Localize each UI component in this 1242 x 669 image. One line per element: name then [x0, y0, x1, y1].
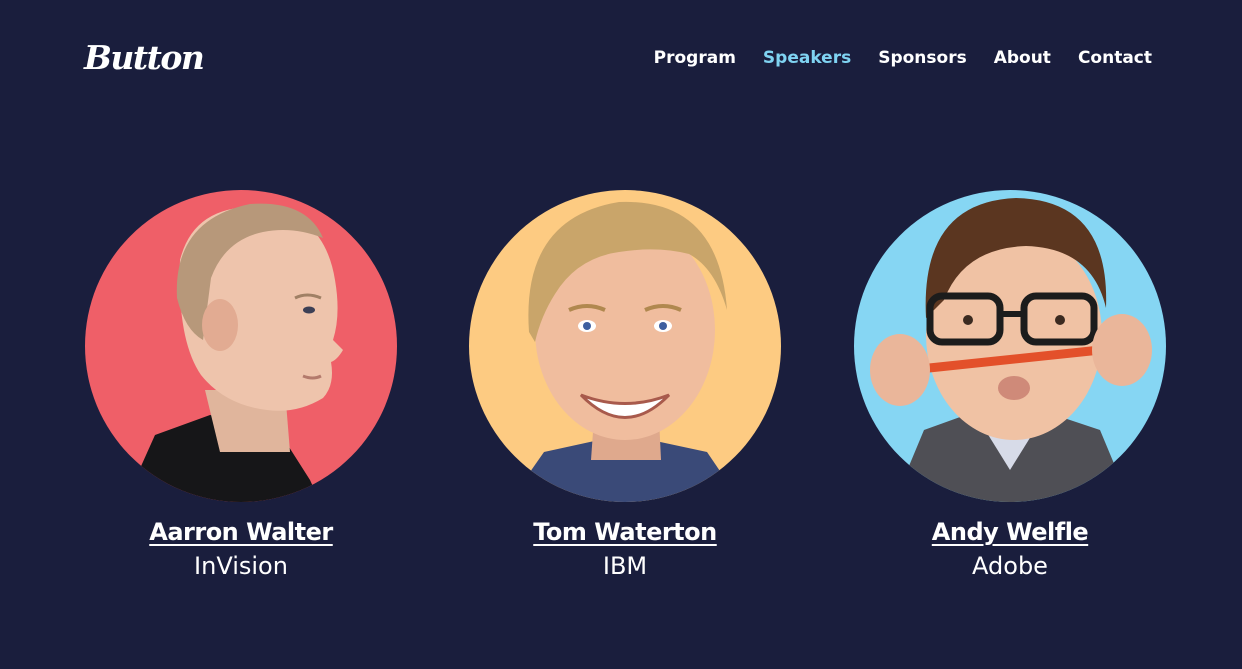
speaker-photo-andy-welfle[interactable] — [854, 190, 1166, 502]
nav-item-contact[interactable]: Contact — [1078, 46, 1152, 70]
nav-item-speakers[interactable]: Speakers — [763, 46, 851, 70]
nav-item-about[interactable]: About — [994, 46, 1051, 70]
speaker-photo-aarron-walter[interactable] — [85, 190, 397, 502]
nav-item-sponsors[interactable]: Sponsors — [878, 46, 967, 70]
speaker-name-link[interactable]: Andy Welfle — [932, 516, 1089, 548]
speaker-card-tom-waterton: Tom Waterton IBM — [469, 190, 781, 582]
speaker-photo-tom-waterton[interactable] — [469, 190, 781, 502]
speaker-company: InVision — [194, 552, 288, 580]
main-nav: Program Speakers Sponsors About Contact — [654, 46, 1152, 70]
speaker-name-link[interactable]: Aarron Walter — [149, 516, 333, 548]
speaker-company: Adobe — [972, 552, 1048, 580]
nav-item-program[interactable]: Program — [654, 46, 736, 70]
speaker-card-andy-welfle: Andy Welfle Adobe — [854, 190, 1166, 582]
speaker-name-link[interactable]: Tom Waterton — [533, 516, 717, 548]
site-logo[interactable]: Button — [84, 36, 205, 80]
speaker-card-aarron-walter: Aarron Walter InVision — [85, 190, 397, 582]
speaker-company: IBM — [602, 552, 648, 580]
